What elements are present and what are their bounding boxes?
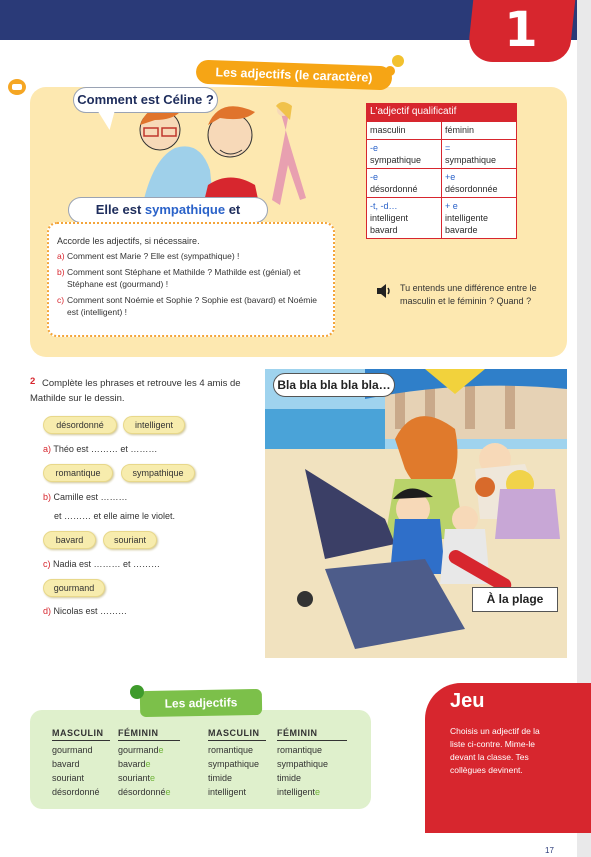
adjective: gourmand	[52, 745, 93, 755]
adjective: bavard	[52, 759, 80, 769]
column-header: FÉMININ	[118, 726, 180, 741]
exercise-line: b) Camille est ………	[43, 492, 128, 502]
adjective: sympathique	[208, 759, 260, 769]
adjective: désordonné	[52, 787, 100, 797]
exercise-item: c) Comment sont Noémie et Sophie ? Sophie…	[57, 294, 317, 318]
exercise-line: c) Nadia est ……… et ………	[43, 559, 161, 569]
word-chip[interactable]: intelligent	[123, 416, 185, 434]
adjective: romantique	[208, 745, 254, 755]
adjective-table: L'adjectif qualificatif masculin féminin…	[366, 103, 517, 239]
pin-icon	[130, 685, 144, 699]
exercise-item: b) Comment sont Stéphane et Mathilde ? Ma…	[57, 266, 301, 290]
exercise-instruction: Accorde les adjectifs, si nécessaire.	[57, 236, 200, 246]
word-chip[interactable]: bavard	[43, 531, 96, 549]
exercise-item: a) Comment est Marie ? Elle est (sympathi…	[57, 251, 240, 261]
unit-number: 1	[504, 2, 538, 58]
table-row: -e désordonné +e désordonnée	[366, 168, 517, 198]
speech-bubble: Bla bla bla bla bla…	[273, 373, 395, 397]
adjective: désordonnée	[118, 787, 171, 797]
adjective: bavarde	[118, 759, 151, 769]
word-chip[interactable]: souriant	[103, 531, 157, 549]
adjective-column: MASCULIN romantique sympathique timide i…	[208, 726, 266, 799]
table-row: -e sympathique = sympathique	[366, 139, 517, 169]
book-icon	[8, 79, 26, 95]
speaker-icon[interactable]	[376, 283, 392, 299]
image-caption: À la plage	[472, 587, 558, 612]
adjective: intelligent	[208, 787, 247, 797]
listening-question: Tu entends une différence entre le mascu…	[400, 283, 537, 306]
adjective: intelligente	[277, 787, 321, 797]
column-header: MASCULIN	[208, 726, 266, 741]
table-header: masculin	[366, 121, 442, 140]
beach-illustration	[265, 369, 567, 658]
table-row: -t, -d… intelligent bavard + e intelligente…	[366, 197, 517, 239]
pin-icon	[385, 66, 395, 76]
column-header: MASCULIN	[52, 726, 110, 741]
speech-bubble-answer: Elle est sympathique et bavarde.	[68, 197, 268, 241]
exercise-line: a) Théo est ……… et ………	[43, 444, 158, 454]
word-chip[interactable]: désordonné	[43, 416, 117, 434]
column-header: FÉMININ	[277, 726, 347, 741]
adjective: gourmande	[118, 745, 164, 755]
summary-title: Les adjectifs	[139, 688, 263, 718]
adjective-column: FÉMININ romantique sympathique timide in…	[277, 726, 347, 799]
exercise-line: et ……… et elle aime le violet.	[54, 511, 176, 521]
pin-icon	[392, 55, 404, 67]
speech-bubble-question: Comment est Céline ?	[73, 87, 218, 113]
adjective: souriant	[52, 773, 85, 783]
adjective: romantique	[277, 745, 323, 755]
adjective-column: MASCULIN gourmand bavard souriant désord…	[52, 726, 110, 799]
page-number: 17	[545, 846, 554, 855]
adjective: timide	[208, 773, 233, 783]
word-chip[interactable]: sympathique	[121, 464, 195, 482]
exercise-line: d) Nicolas est ………	[43, 606, 128, 616]
word-chip[interactable]: romantique	[43, 464, 113, 482]
exercise-instruction: Complète les phrases et retrouve les 4 a…	[30, 378, 241, 404]
table-title: L'adjectif qualificatif	[366, 103, 517, 121]
section-title: Les adjectifs (le caractère)	[195, 59, 393, 91]
adjective: sympathique	[277, 759, 329, 769]
adjective-column: FÉMININ gourmande bavarde souriante déso…	[118, 726, 180, 799]
game-title: Jeu	[450, 690, 485, 712]
game-instructions: Choisis un adjectif de la liste ci-contr…	[450, 726, 540, 775]
adjective: souriante	[118, 773, 156, 783]
exercise-box: Accorde les adjectifs, si nécessaire. a)…	[47, 222, 335, 337]
table-header: féminin	[441, 121, 517, 140]
adjective: timide	[277, 773, 302, 783]
word-chip[interactable]: gourmand	[43, 579, 105, 597]
